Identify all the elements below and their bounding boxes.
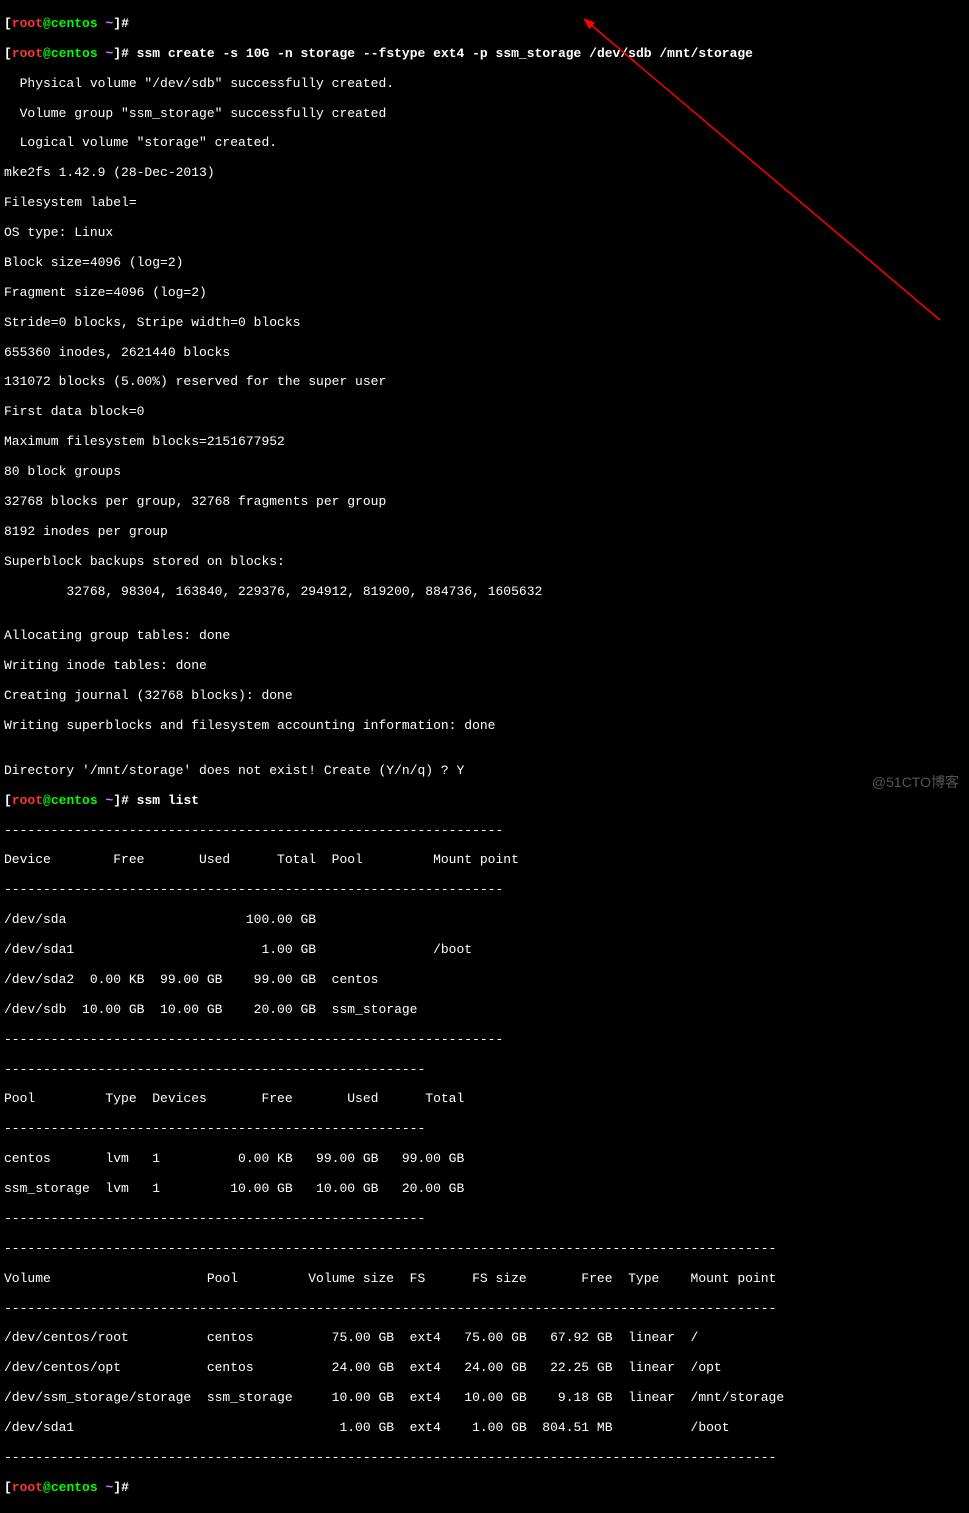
- output-line: Superblock backups stored on blocks:: [4, 555, 965, 570]
- volumes-header: Volume Pool Volume size FS FS size Free …: [4, 1272, 965, 1287]
- output-line: Allocating group tables: done: [4, 629, 965, 644]
- separator: ----------------------------------------…: [4, 1122, 965, 1137]
- output-line: OS type: Linux: [4, 226, 965, 241]
- table-row: /dev/sdb 10.00 GB 10.00 GB 20.00 GB ssm_…: [4, 1003, 965, 1018]
- output-line: Fragment size=4096 (log=2): [4, 286, 965, 301]
- table-row: ssm_storage lvm 1 10.00 GB 10.00 GB 20.0…: [4, 1182, 965, 1197]
- output-line: 655360 inodes, 2621440 blocks: [4, 346, 965, 361]
- output-line: 32768 blocks per group, 32768 fragments …: [4, 495, 965, 510]
- prompt-line-3: [root@centos ~]#: [4, 1481, 965, 1496]
- prompt-line-0-partial: [root@centos ~]#: [4, 17, 965, 32]
- separator: ----------------------------------------…: [4, 883, 965, 898]
- command-1: ssm create -s 10G -n storage --fstype ex…: [137, 46, 753, 61]
- table-row: /dev/ssm_storage/storage ssm_storage 10.…: [4, 1391, 965, 1406]
- table-row: /dev/centos/root centos 75.00 GB ext4 75…: [4, 1331, 965, 1346]
- terminal-output[interactable]: [root@centos ~]# [root@centos ~]# ssm cr…: [0, 0, 969, 1513]
- separator: ----------------------------------------…: [4, 1451, 965, 1466]
- output-line: Maximum filesystem blocks=2151677952: [4, 435, 965, 450]
- output-line: 131072 blocks (5.00%) reserved for the s…: [4, 375, 965, 390]
- devices-header: Device Free Used Total Pool Mount point: [4, 853, 965, 868]
- output-line: Creating journal (32768 blocks): done: [4, 689, 965, 704]
- separator: ----------------------------------------…: [4, 824, 965, 839]
- separator: ----------------------------------------…: [4, 1302, 965, 1317]
- table-row: centos lvm 1 0.00 KB 99.00 GB 99.00 GB: [4, 1152, 965, 1167]
- table-row: /dev/centos/opt centos 24.00 GB ext4 24.…: [4, 1361, 965, 1376]
- output-line: 32768, 98304, 163840, 229376, 294912, 81…: [4, 585, 965, 600]
- table-row: /dev/sda 100.00 GB: [4, 913, 965, 928]
- output-line: Logical volume "storage" created.: [4, 136, 965, 151]
- output-line: Block size=4096 (log=2): [4, 256, 965, 271]
- pools-header: Pool Type Devices Free Used Total: [4, 1092, 965, 1107]
- output-line: Physical volume "/dev/sdb" successfully …: [4, 77, 965, 92]
- separator: ----------------------------------------…: [4, 1063, 965, 1078]
- output-line: 8192 inodes per group: [4, 525, 965, 540]
- output-line: 80 block groups: [4, 465, 965, 480]
- separator: ----------------------------------------…: [4, 1033, 965, 1048]
- output-line: First data block=0: [4, 405, 965, 420]
- separator: ----------------------------------------…: [4, 1212, 965, 1227]
- output-line: Writing inode tables: done: [4, 659, 965, 674]
- table-row: /dev/sda1 1.00 GB ext4 1.00 GB 804.51 MB…: [4, 1421, 965, 1436]
- output-line: Stride=0 blocks, Stripe width=0 blocks: [4, 316, 965, 331]
- prompt-line-1: [root@centos ~]# ssm create -s 10G -n st…: [4, 47, 965, 62]
- table-row: /dev/sda2 0.00 KB 99.00 GB 99.00 GB cent…: [4, 973, 965, 988]
- separator: ----------------------------------------…: [4, 1242, 965, 1257]
- table-row: /dev/sda1 1.00 GB /boot: [4, 943, 965, 958]
- output-line: mke2fs 1.42.9 (28-Dec-2013): [4, 166, 965, 181]
- output-line: Writing superblocks and filesystem accou…: [4, 719, 965, 734]
- output-line: Volume group "ssm_storage" successfully …: [4, 107, 965, 122]
- watermark: @51CTO博客: [872, 774, 959, 790]
- output-line: Filesystem label=: [4, 196, 965, 211]
- output-line: Directory '/mnt/storage' does not exist!…: [4, 764, 965, 779]
- command-2: ssm list: [137, 793, 199, 808]
- prompt-line-2: [root@centos ~]# ssm list: [4, 794, 965, 809]
